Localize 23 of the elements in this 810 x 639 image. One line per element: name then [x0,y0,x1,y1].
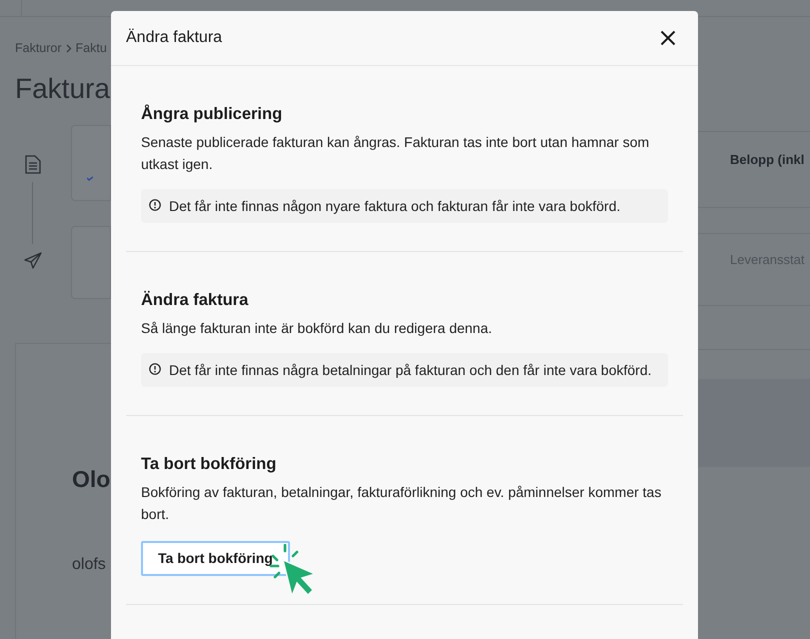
dialog-title: Ändra faktura [126,28,222,48]
customer-name: Olo [72,465,111,494]
section-heading: Ta bort bokföring [141,454,278,475]
paper-plane-icon [24,252,42,269]
note-text: Det får inte finnas några betalningar på fakturan och den får inte vara bokförd. [169,361,652,380]
info-icon [149,363,161,375]
section-heading: Ändra faktura [141,290,250,311]
note-text: Det får inte finnas någon nyare faktura och fakturan får inte vara bokförd. [169,197,620,216]
section-text: Så länge fakturan inte är bokförd kan du redigera denna. [141,319,494,338]
chevron-icon [66,44,72,52]
section-heading: Ångra publicering [141,104,284,125]
checkmark-icon [87,176,93,182]
close-button[interactable] [658,28,678,48]
customer-email: olofs [72,554,107,574]
info-icon [149,199,161,211]
page-title: Faktura [14,72,111,106]
section-text: Senaste publicerade fakturan kan ångras. Fakturan tas inte bort utan hamnar som utkast igen. [141,133,650,174]
column-label: Belopp (inkl [730,152,804,167]
action-button[interactable]: Ta bort bokföring [141,541,290,576]
breadcrumb-link[interactable]: Faktu [76,38,107,58]
section-text: Bokföring av fakturan, betalningar, fakturaförlikning och ev. påminnelser kommer tas bort. [141,483,662,524]
breadcrumb-link[interactable]: Fakturor [15,38,62,58]
document-icon [24,155,40,174]
